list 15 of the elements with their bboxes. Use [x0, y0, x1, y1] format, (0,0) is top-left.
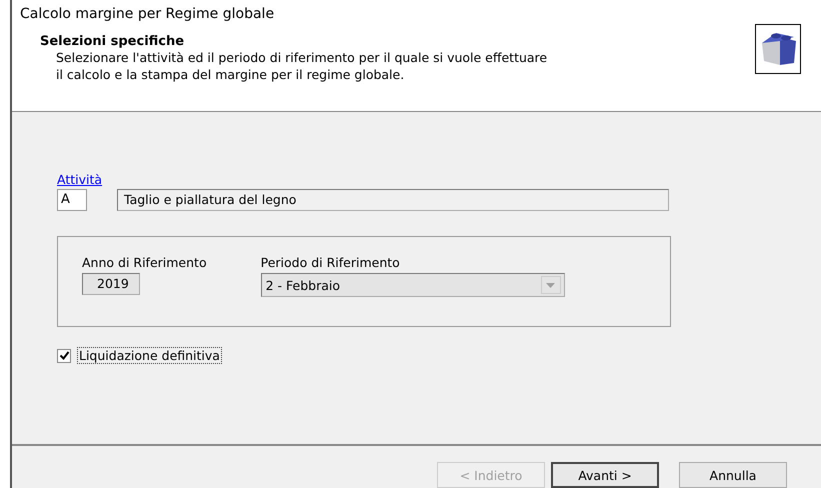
year-field: 2019 — [82, 273, 140, 295]
activity-code-field[interactable]: A — [57, 189, 87, 211]
section-description: Selezionare l'attività ed il periodo di riferimento per il quale si vuole effettuare il calcolo e la stampa del margine per il regime globale. — [55, 49, 548, 83]
wizard-button[interactable]: Annulla — [679, 462, 787, 488]
checkbox[interactable] — [57, 348, 71, 362]
wizard-button[interactable]: Avanti > — [551, 462, 659, 488]
section-heading: Selezioni specifiche — [40, 34, 186, 49]
year-label: Anno di Riferimento — [82, 255, 207, 270]
period-dropdown[interactable]: 2 - Febbraio — [260, 273, 565, 297]
activity-link[interactable]: Attività — [57, 172, 102, 187]
blocks-logo-icon — [755, 24, 801, 74]
window-title: Calcolo margine per Regime globale — [20, 6, 276, 22]
checkbox-label[interactable]: Liquidazione definitiva — [77, 347, 222, 364]
activity-description-field: Taglio e piallatura del legno — [117, 189, 669, 211]
period-label: Periodo di Riferimento — [260, 255, 401, 270]
